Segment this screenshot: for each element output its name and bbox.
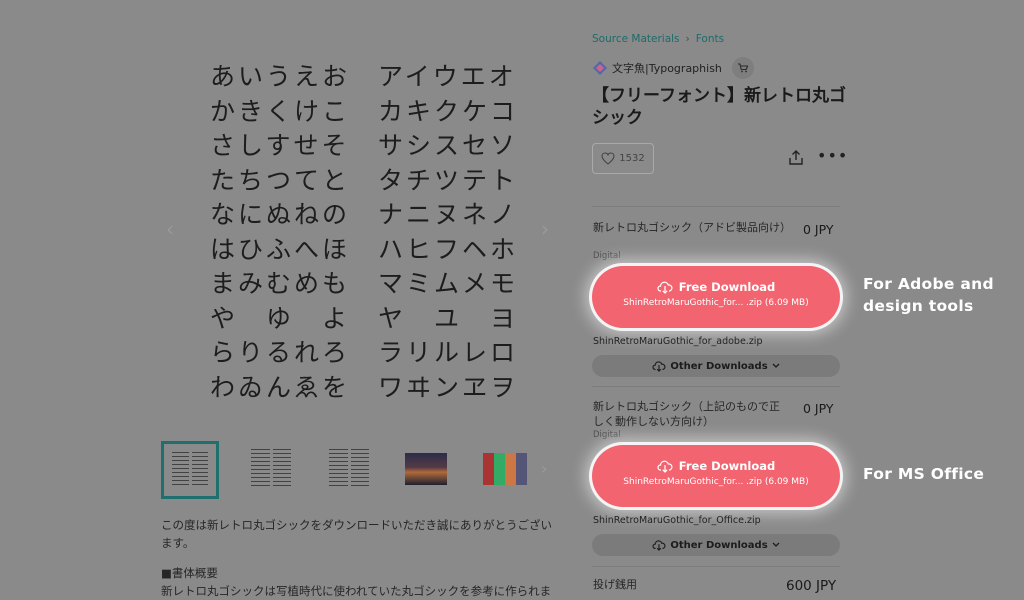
item-price: 0 JPY	[803, 222, 834, 237]
item-name: 投げ銭用	[593, 578, 637, 591]
file-name: ShinRetroMaruGothic_for_adobe.zip	[593, 336, 763, 347]
description-text: この度は新レトロ丸ゴシックをダウンロードいただき誠にありがとうございます。	[161, 518, 552, 550]
thumbnail-2[interactable]	[243, 441, 299, 497]
like-count: 1532	[619, 153, 645, 164]
chevron-right-icon: ›	[685, 33, 690, 45]
thumbnail-preview	[251, 449, 291, 489]
divider	[592, 206, 840, 207]
other-downloads-button[interactable]: Other Downloads	[592, 355, 840, 377]
thumbnail-strip: ›	[161, 441, 547, 499]
breadcrumb: Source Materials › Fonts	[592, 33, 724, 45]
share-icon[interactable]	[788, 150, 804, 166]
more-options-icon[interactable]: •••	[817, 146, 848, 165]
download-label: Free Download	[678, 280, 776, 294]
thumbnail-next-icon[interactable]: ›	[541, 459, 547, 479]
thumbnail-preview	[172, 452, 208, 488]
like-button[interactable]: 1532	[592, 143, 654, 174]
preview-row: はひふへほ ハヒフヘホ	[210, 234, 519, 264]
description-text: 新レトロ丸ゴシックは写植時代に使われていた丸ゴシックを参考に作られま	[161, 584, 552, 598]
thumbnail-3[interactable]	[321, 441, 377, 497]
other-downloads-label: Other Downloads	[670, 360, 768, 372]
annotation-office: For MS Office	[863, 465, 985, 483]
item-type: Digital	[593, 251, 621, 261]
preview-row: かきくけこ カキクケコ	[210, 96, 519, 126]
preview-row: らりるれろ ラリルレロ	[210, 338, 519, 368]
shop-info: 文字魚|Typographish	[592, 57, 754, 79]
product-description: この度は新レトロ丸ゴシックをダウンロードいただき誠にありがとうございます。 ■書…	[161, 516, 559, 600]
free-download-button-adobe[interactable]: Free Download ShinRetroMaruGothic_for...…	[592, 266, 840, 328]
cloud-download-icon	[657, 281, 673, 294]
item-name: 新レトロ丸ゴシック（アドビ製品向け）	[593, 221, 791, 234]
annotation-adobe: For Adobe and design tools	[863, 275, 994, 315]
chevron-down-icon	[772, 363, 780, 368]
divider	[592, 566, 840, 567]
chevron-down-icon	[772, 542, 780, 547]
download-label: Free Download	[678, 459, 776, 473]
preview-row: わゐんゑを ワヰンヱヲ	[210, 372, 519, 402]
thumbnail-4[interactable]	[405, 453, 447, 485]
other-downloads-label: Other Downloads	[670, 539, 768, 551]
shop-name[interactable]: 文字魚|Typographish	[612, 60, 722, 76]
preview-row: なにぬねの ナニヌネノ	[210, 200, 519, 230]
item-price: 600 JPY	[786, 578, 837, 594]
item-price: 0 JPY	[803, 401, 834, 416]
shop-logo-icon[interactable]	[592, 60, 608, 76]
preview-row: さしすせそ サシスセソ	[210, 131, 519, 161]
divider	[592, 386, 840, 387]
cloud-download-icon	[652, 540, 666, 551]
item-name: 新レトロ丸ゴシック（上記のもので正しく動作しない方向け）	[593, 400, 780, 428]
preview-row: たちつてと タチツテト	[210, 165, 519, 195]
font-preview-image: あいうえお アイウエオ かきくけこ カキクケコ さしすせそ サシスセソ たちつてと タチ…	[210, 60, 550, 405]
preview-row: あいうえお アイウエオ	[210, 62, 517, 92]
cloud-download-icon	[657, 460, 673, 473]
download-file-info: ShinRetroMaruGothic_for... .zip (6.09 MB…	[623, 298, 809, 308]
product-title: 【フリーフォント】新レトロ丸ゴシック	[592, 86, 846, 128]
thumbnail-5[interactable]	[483, 453, 527, 485]
preview-row: まみむめも マミムメモ	[210, 269, 519, 299]
other-downloads-button[interactable]: Other Downloads	[592, 534, 840, 556]
free-download-button-office[interactable]: Free Download ShinRetroMaruGothic_for...…	[592, 445, 840, 507]
chevron-right-icon[interactable]: ›	[541, 219, 549, 239]
item-type: Digital	[593, 430, 621, 440]
download-file-info: ShinRetroMaruGothic_for... .zip (6.09 MB…	[623, 477, 809, 487]
file-name: ShinRetroMaruGothic_for_Office.zip	[593, 515, 761, 526]
description-heading: ■書体概要	[161, 566, 218, 580]
chevron-left-icon[interactable]: ‹	[166, 219, 174, 239]
breadcrumb-fonts[interactable]: Fonts	[696, 33, 724, 45]
cloud-download-icon	[652, 361, 666, 372]
heart-icon	[601, 152, 615, 165]
thumbnail-preview	[329, 449, 369, 489]
preview-row: や ゆ よヤ ユ ヨ	[210, 303, 519, 333]
cart-icon[interactable]	[731, 57, 754, 79]
thumbnail-1[interactable]	[161, 441, 219, 499]
breadcrumb-source-materials[interactable]: Source Materials	[592, 33, 680, 45]
